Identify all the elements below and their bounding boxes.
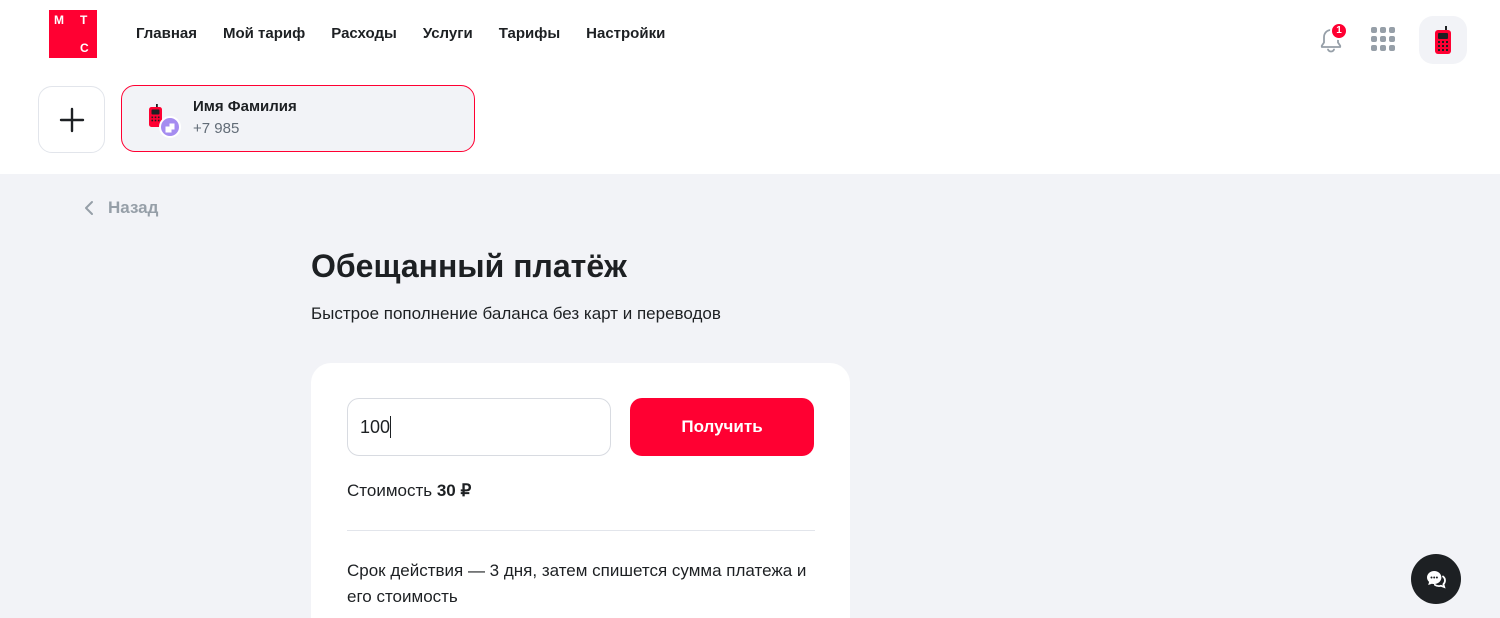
promised-payment-card: Получить Стоимость 30 ₽ Срок действия — … [311,363,850,618]
phone-icon [1435,26,1451,54]
nav-item-services[interactable]: Услуги [423,24,473,44]
page-subtitle: Быстрое пополнение баланса без карт и пе… [311,304,721,323]
cost-label: Стоимость [347,481,433,500]
nav-item-settings[interactable]: Настройки [586,24,665,44]
main-nav: Главная Мой тариф Расходы Услуги Тарифы … [136,24,665,44]
account-phone: +7 985 [193,120,240,137]
mts-logo[interactable]: М Т С [49,10,97,58]
logo-letter-m: М [54,13,64,27]
sim-account-icon [149,104,181,138]
amount-input[interactable] [347,398,611,456]
nav-item-tariffs[interactable]: Тарифы [499,24,560,44]
nav-item-expenses[interactable]: Расходы [331,24,397,44]
get-button[interactable]: Получить [630,398,814,456]
nav-item-my-tariff[interactable]: Мой тариф [223,24,305,44]
cost-value: 30 ₽ [436,481,472,500]
top-header: М Т С Главная Мой тариф Расходы Услуги Т… [0,0,1500,174]
nav-item-home[interactable]: Главная [136,24,197,44]
text-caret [390,416,391,438]
cost-line: Стоимость 30 ₽ [347,480,471,502]
logo-letter-t: Т [80,13,88,27]
account-card[interactable]: Имя Фамилия +7 985 [121,85,475,152]
add-account-button[interactable] [38,86,105,153]
notification-badge: 1 [1330,22,1348,40]
chat-button[interactable] [1411,554,1461,604]
account-name: Имя Фамилия [193,98,297,115]
divider [347,530,815,531]
back-label: Назад [108,198,159,217]
back-link[interactable]: Назад [84,197,158,219]
chevron-left-icon [85,201,93,215]
page-title: Обещанный платёж [311,248,627,284]
term-text: Срок действия — 3 дня, затем спишется су… [347,561,807,606]
chat-icon [1427,571,1446,589]
profile-button[interactable] [1419,16,1467,64]
apps-grid-icon[interactable] [1371,27,1395,51]
plus-icon [59,107,85,133]
logo-letter-s: С [80,41,89,55]
